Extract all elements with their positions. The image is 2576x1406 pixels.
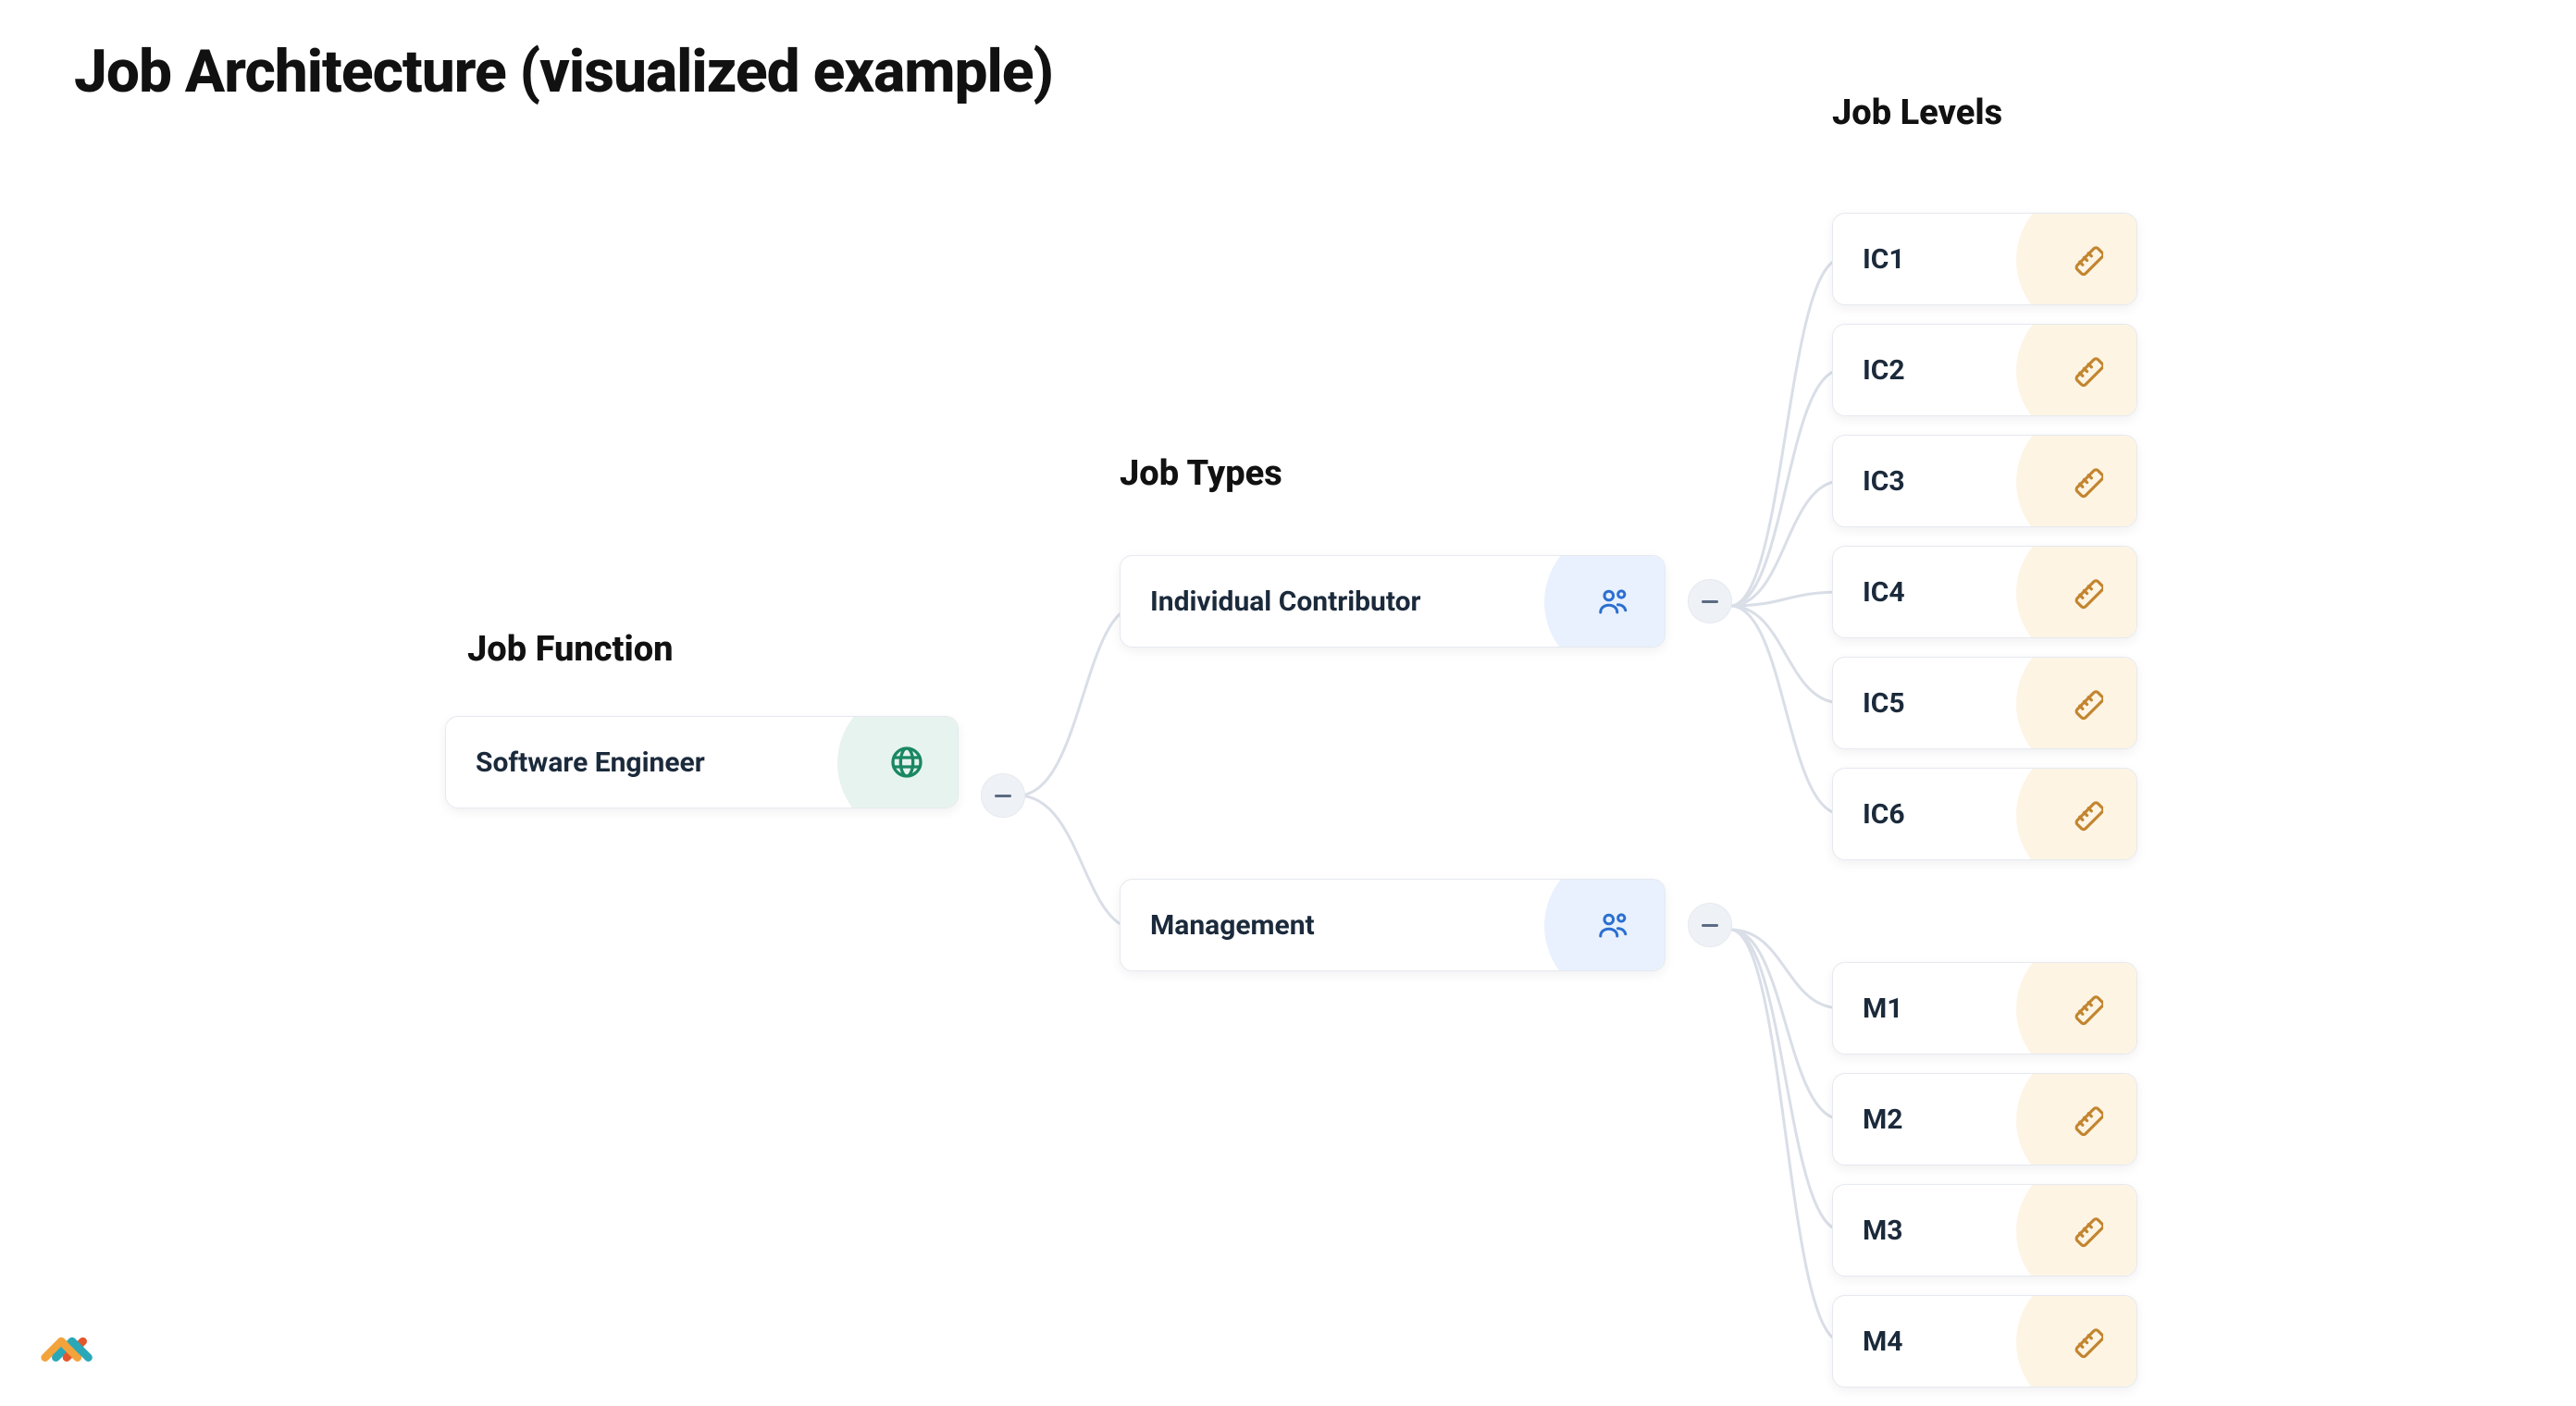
card-type-individual-contributor[interactable]: Individual Contributor <box>1120 555 1666 648</box>
card-label: Management <box>1150 909 1315 942</box>
card-level-ic6[interactable]: IC6 <box>1832 768 2137 860</box>
brand-logo <box>37 1312 102 1380</box>
card-level-ic1[interactable]: IC1 <box>1832 213 2137 305</box>
card-label: IC2 <box>1863 354 1905 387</box>
ruler-icon <box>2035 325 2136 415</box>
card-label: IC4 <box>1863 576 1905 609</box>
globe-icon <box>856 717 958 808</box>
ruler-icon <box>2035 1074 2136 1165</box>
card-level-m4[interactable]: M4 <box>1832 1295 2137 1388</box>
ruler-icon <box>2035 658 2136 748</box>
card-level-m3[interactable]: M3 <box>1832 1184 2137 1276</box>
card-label: Software Engineer <box>476 746 705 779</box>
card-level-m1[interactable]: M1 <box>1832 962 2137 1054</box>
collapse-toggle-function[interactable] <box>981 773 1025 818</box>
card-type-management[interactable]: Management <box>1120 879 1666 971</box>
minus-icon <box>995 795 1011 797</box>
ruler-icon <box>2035 1296 2136 1387</box>
card-label: M1 <box>1863 993 1902 1025</box>
card-label: IC6 <box>1863 798 1905 831</box>
people-icon <box>1563 880 1665 970</box>
collapse-toggle-type-management[interactable] <box>1688 903 1732 947</box>
card-level-ic5[interactable]: IC5 <box>1832 657 2137 749</box>
card-function-software-engineer[interactable]: Software Engineer <box>445 716 959 808</box>
card-level-ic2[interactable]: IC2 <box>1832 324 2137 416</box>
card-label: M3 <box>1863 1215 1902 1247</box>
minus-icon <box>1702 600 1718 603</box>
ruler-icon <box>2035 963 2136 1054</box>
ruler-icon <box>2035 547 2136 637</box>
column-header-types: Job Types <box>1120 453 1282 494</box>
card-label: Individual Contributor <box>1150 586 1421 618</box>
card-label: IC5 <box>1863 687 1905 720</box>
ruler-icon <box>2035 436 2136 526</box>
minus-icon <box>1702 924 1718 927</box>
ruler-icon <box>2035 769 2136 859</box>
card-level-ic3[interactable]: IC3 <box>1832 435 2137 527</box>
card-label: M2 <box>1863 1104 1902 1136</box>
card-label: M4 <box>1863 1326 1902 1358</box>
ruler-icon <box>2035 214 2136 304</box>
column-header-levels: Job Levels <box>1832 92 2002 133</box>
page-title: Job Architecture (visualized example) <box>74 37 1053 106</box>
column-header-function: Job Function <box>467 629 674 670</box>
ruler-icon <box>2035 1185 2136 1276</box>
people-icon <box>1563 556 1665 647</box>
card-level-ic4[interactable]: IC4 <box>1832 546 2137 638</box>
card-level-m2[interactable]: M2 <box>1832 1073 2137 1166</box>
collapse-toggle-type-ic[interactable] <box>1688 579 1732 623</box>
card-label: IC1 <box>1863 243 1905 276</box>
card-label: IC3 <box>1863 465 1905 498</box>
